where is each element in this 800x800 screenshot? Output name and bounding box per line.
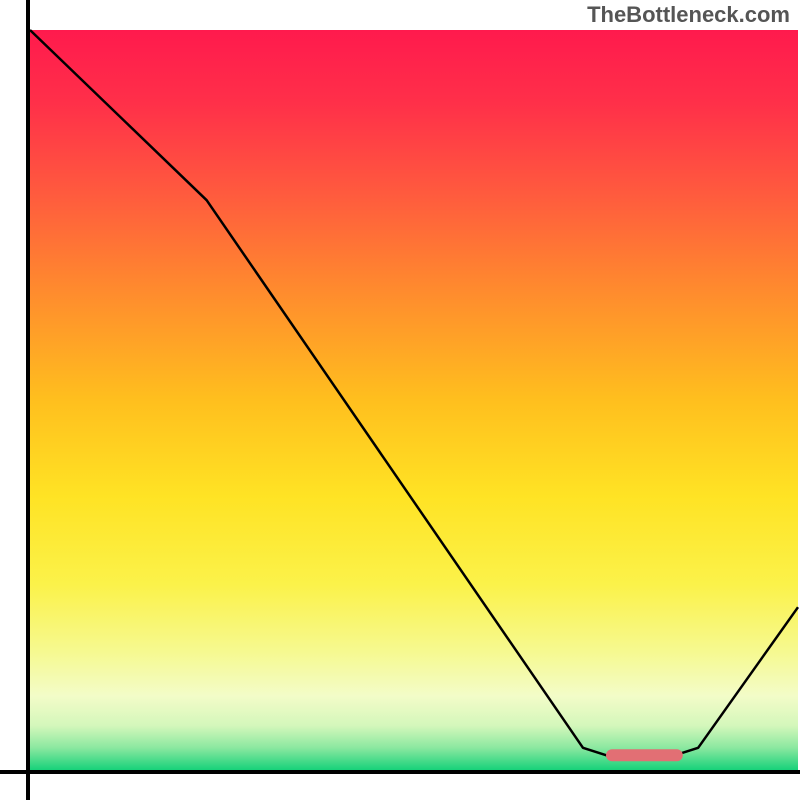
bottleneck-chart — [0, 0, 800, 800]
watermark-text: TheBottleneck.com — [587, 2, 790, 28]
chart-container: TheBottleneck.com — [0, 0, 800, 800]
optimal-range-marker — [606, 749, 683, 761]
